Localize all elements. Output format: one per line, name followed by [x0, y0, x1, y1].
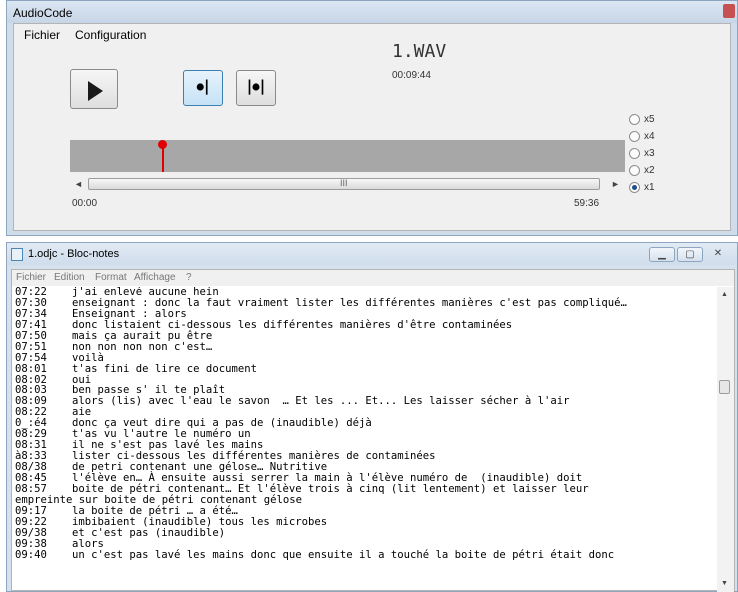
forward-step-icon: |⦁|	[246, 77, 266, 95]
notepad-title: 1.odjc - Bloc-notes	[28, 248, 120, 260]
backstep-icon: ⦁|	[196, 77, 210, 95]
file-name: 1.WAV	[392, 41, 447, 62]
timestamp: 07:54	[15, 351, 47, 364]
close-button[interactable]: ✕	[705, 247, 731, 262]
speed-label: x1	[644, 182, 655, 193]
vertical-scrollbar[interactable]: ▲ ▼	[717, 287, 734, 592]
notepad-titlebar[interactable]: 1.odjc - Bloc-notes ▁ ▢ ✕	[7, 243, 737, 265]
maximize-button[interactable]: ▢	[677, 247, 703, 262]
timestamp: 09:40	[15, 548, 47, 561]
transcript-text-area[interactable]: 07:22 j'ai enlevé aucune hein 07:30 enseign…	[15, 287, 717, 592]
time-end: 59:36	[574, 198, 600, 209]
scroll-left-icon[interactable]: ◄	[74, 179, 83, 189]
transcript-text: alors (lis) avec l'eau le savon … Et les…	[72, 395, 570, 408]
radio-x5[interactable]	[629, 114, 640, 125]
timestamp: 08:01	[15, 362, 47, 375]
radio-x4[interactable]	[629, 131, 640, 142]
elapsed-time: 00:09:44	[392, 70, 431, 81]
menu-affichage[interactable]: Affichage	[134, 272, 176, 283]
notepad-menubar: Fichier Edition Format Affichage ?	[12, 270, 734, 286]
radio-x1[interactable]	[629, 182, 640, 193]
scroll-grip: III	[340, 178, 348, 188]
play-icon	[88, 81, 103, 101]
menu-fichier[interactable]: Fichier	[16, 272, 46, 283]
transcript-line: 09:40 un c'est pas lavé les mains donc qu…	[15, 548, 717, 561]
menu-edition[interactable]: Edition	[54, 272, 85, 283]
timestamp: 09/38	[15, 526, 47, 539]
timestamp: 09:22	[15, 515, 47, 528]
play-button[interactable]	[70, 69, 118, 109]
audiocode-client: Fichier Configuration ⦁| |⦁| 1.WAV 00:09…	[13, 23, 731, 231]
notepad-client: Fichier Edition Format Affichage ? 07:22…	[11, 269, 735, 592]
menu-fichier[interactable]: Fichier	[24, 28, 60, 42]
playhead-handle[interactable]	[158, 140, 167, 149]
transcript-line: 09/38 et c'est pas (inaudible)	[15, 526, 717, 539]
notepad-icon	[11, 248, 23, 261]
timestamp: 09:38	[15, 537, 47, 550]
transcript-line: 07:51 non non non non c'est…	[15, 340, 717, 353]
speed-label: x4	[644, 131, 655, 142]
menu-help[interactable]: ?	[186, 272, 192, 283]
transcript-line: 08:09 alors (lis) avec l'eau le savon … E…	[15, 396, 717, 407]
radio-x2[interactable]	[629, 165, 640, 176]
audiocode-titlebar[interactable]: AudioCode	[7, 1, 737, 23]
menu-format[interactable]: Format	[95, 272, 127, 283]
scroll-thumb[interactable]: III	[88, 178, 600, 190]
notepad-window: 1.odjc - Bloc-notes ▁ ▢ ✕ Fichier Editio…	[6, 242, 738, 592]
minimize-button[interactable]: ▁	[649, 247, 675, 262]
scroll-thumb[interactable]	[719, 380, 730, 394]
timeline-track[interactable]	[70, 140, 625, 172]
close-button[interactable]	[723, 4, 735, 18]
menu-configuration[interactable]: Configuration	[75, 28, 146, 42]
time-start: 00:00	[72, 198, 98, 209]
scroll-right-icon[interactable]: ►	[611, 179, 620, 189]
scroll-down-icon[interactable]: ▼	[721, 580, 728, 587]
transcript-text: t'as fini de lire ce document	[72, 362, 257, 375]
menubar: Fichier Configuration	[14, 24, 730, 44]
radio-x3[interactable]	[629, 148, 640, 159]
transcript-line: 08:01 t'as fini de lire ce document	[15, 362, 717, 375]
speed-label: x3	[644, 148, 655, 159]
speed-label: x2	[644, 165, 655, 176]
transcript-text: un c'est pas lavé les mains donc que ens…	[72, 548, 615, 561]
back-step-button[interactable]: ⦁|	[183, 70, 223, 106]
speed-label: x5	[644, 114, 655, 125]
timeline-scrollbar[interactable]: ◄ III ►	[70, 176, 625, 192]
audiocode-window: AudioCode Fichier Configuration ⦁| |⦁| 1…	[6, 0, 738, 236]
scroll-up-icon[interactable]: ▲	[721, 291, 728, 298]
timestamp: 07:51	[15, 340, 47, 353]
forward-step-button[interactable]: |⦁|	[236, 70, 276, 106]
window-title: AudioCode	[13, 6, 73, 20]
